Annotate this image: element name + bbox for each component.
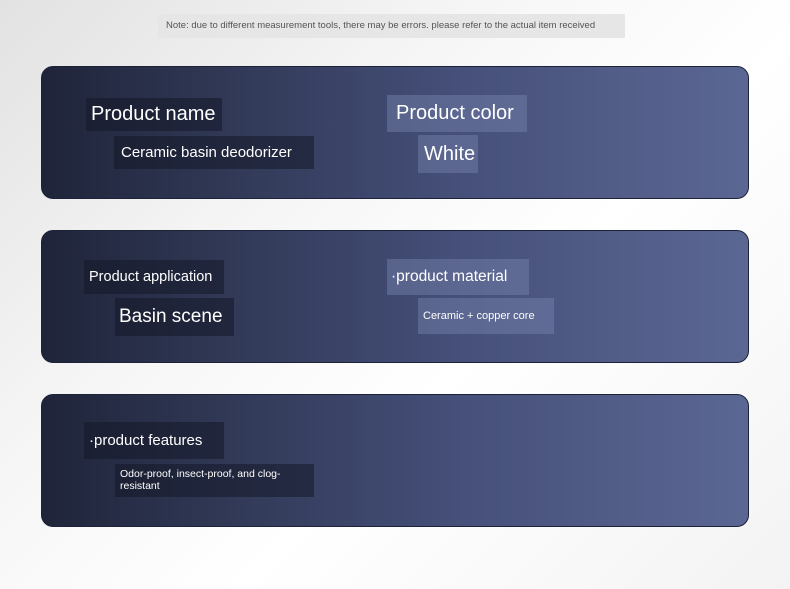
product-application-value: Basin scene — [115, 298, 234, 336]
product-material-label: ·product material — [387, 259, 529, 295]
product-features-label: ·product features — [84, 422, 224, 459]
product-color-label: Product color — [387, 95, 527, 132]
product-name-value: Ceramic basin deodorizer — [114, 136, 314, 169]
product-application-label: Product application — [84, 260, 224, 294]
product-application-material-card: Product application Basin scene ·product… — [41, 230, 749, 363]
product-color-value: White — [418, 135, 478, 173]
product-name-label: Product name — [86, 98, 222, 131]
product-material-value: Ceramic + copper core — [418, 298, 554, 334]
product-features-card: ·product features Odor-proof, insect-pro… — [41, 394, 749, 527]
measurement-note: Note: due to different measurement tools… — [158, 14, 625, 38]
product-features-value: Odor-proof, insect-proof, and clog-resis… — [115, 464, 314, 497]
product-name-color-card: Product name Ceramic basin deodorizer Pr… — [41, 66, 749, 199]
